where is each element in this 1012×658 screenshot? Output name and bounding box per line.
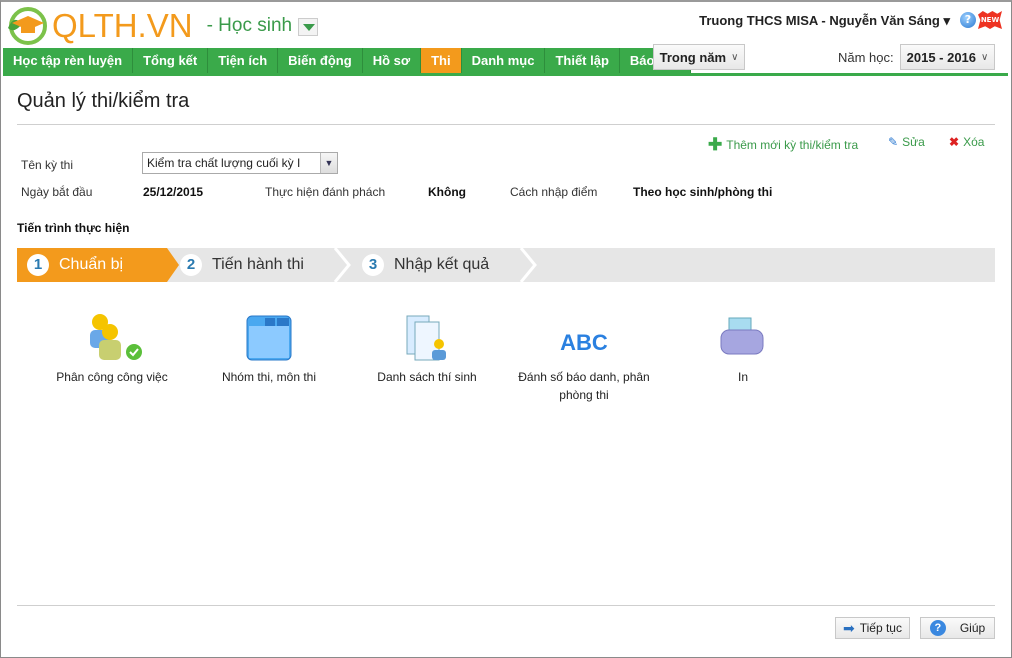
feature-label: In xyxy=(737,370,748,384)
step-label: Nhập kết quả xyxy=(394,256,490,273)
delete-label: Xóa xyxy=(963,135,985,149)
footer-divider xyxy=(17,605,995,606)
tab-tong-ket[interactable]: Tổng kết xyxy=(133,48,209,73)
abc-icon: ABC xyxy=(560,330,608,355)
arrow-right-icon: ➡ xyxy=(843,619,855,636)
role-dropdown-button[interactable] xyxy=(298,18,319,36)
step-label: Tiến hành thi xyxy=(212,256,304,273)
period-dropdown[interactable]: Trong năm ∨ xyxy=(653,44,745,70)
help-icon[interactable]: ? xyxy=(960,12,976,28)
printer-icon xyxy=(720,317,764,355)
step-arrow xyxy=(333,248,351,282)
new-badge-icon[interactable]: NEW xyxy=(978,11,1002,29)
add-exam-label: Thêm mới kỳ thi/kiểm tra xyxy=(726,138,859,152)
feature-candidate-list[interactable]: Danh sách thí sinh xyxy=(352,310,502,386)
role-label: - Học sinh xyxy=(206,15,293,36)
delete-button[interactable]: ✖ Xóa xyxy=(949,135,984,149)
score-entry-value: Theo học sinh/phòng thi xyxy=(633,185,773,199)
score-entry-label: Cách nhập điểm xyxy=(510,185,598,199)
exam-select[interactable]: Kiểm tra chất lượng cuối kỳ I ▼ xyxy=(142,152,338,174)
feature-print[interactable]: In xyxy=(668,310,818,386)
year-dropdown[interactable]: 2015 - 2016 ∨ xyxy=(900,44,995,70)
separation-label: Thực hiện đánh phách xyxy=(265,185,386,199)
chevron-down-icon: ∨ xyxy=(731,51,739,63)
feature-assign-work[interactable]: Phân công công việc xyxy=(37,310,187,386)
year-label: Năm học: xyxy=(838,50,894,65)
period-value: Trong năm xyxy=(659,49,727,65)
tab-thiet-lap[interactable]: Thiết lập xyxy=(545,48,620,73)
brand-name: QLTH.VN xyxy=(52,7,193,44)
exam-name-label: Tên kỳ thi xyxy=(21,158,74,172)
edit-button[interactable]: ✎ Sửa xyxy=(888,135,925,149)
step-number: 3 xyxy=(362,254,384,276)
tab-bien-dong[interactable]: Biến động xyxy=(278,48,363,73)
next-button[interactable]: ➡ Tiếp tục xyxy=(835,617,910,639)
document-user-icon xyxy=(406,315,446,361)
separation-value: Không xyxy=(428,185,466,199)
feature-label: Phân công công việc xyxy=(56,370,168,384)
users-check-icon xyxy=(90,314,142,360)
process-title: Tiến trình thực hiện xyxy=(17,221,130,235)
logo[interactable]: QLTH.VN - Học sinh xyxy=(6,6,319,46)
feature-label: Nhóm thi, môn thi xyxy=(221,370,317,384)
page-title: Quản lý thi/kiểm tra xyxy=(17,90,190,112)
start-date-label: Ngày bắt đầu xyxy=(21,185,93,199)
exam-select-value: Kiểm tra chất lượng cuối kỳ I xyxy=(147,156,301,170)
divider xyxy=(17,124,995,125)
tab-hoc-tap[interactable]: Học tập rèn luyện xyxy=(3,48,134,73)
help-label: Giúp xyxy=(959,621,986,635)
step-label: Chuẩn bị xyxy=(59,256,124,273)
step-arrow xyxy=(157,248,179,282)
step-prepare[interactable]: 1 Chuẩn bị xyxy=(17,248,157,282)
feature-label: Đánh số báo danh, phân phòng thi xyxy=(518,370,650,402)
tab-tien-ich[interactable]: Tiện ích xyxy=(208,48,279,73)
step-number: 2 xyxy=(180,254,202,276)
tab-ho-so[interactable]: Hồ sơ xyxy=(363,48,422,73)
process-stepper: 1 Chuẩn bị 2 Tiến hành thi 3 Nhập kết quả xyxy=(17,248,995,282)
step-results[interactable]: 3 Nhập kết quả xyxy=(362,248,489,282)
user-menu[interactable]: Truong THCS MISA - Nguyễn Văn Sáng ▾ xyxy=(699,13,950,29)
edit-icon: ✎ xyxy=(888,135,899,149)
step-arrow xyxy=(519,248,537,282)
delete-icon: ✖ xyxy=(949,135,960,149)
chevron-down-icon: ▼ xyxy=(320,153,337,173)
plus-icon: ✚ xyxy=(708,135,723,154)
step-number: 1 xyxy=(27,254,49,276)
start-date-value: 25/12/2015 xyxy=(143,185,204,199)
tab-thi[interactable]: Thi xyxy=(421,48,462,73)
help-button[interactable]: ? Giúp xyxy=(920,617,995,639)
year-value: 2015 - 2016 xyxy=(906,49,977,65)
step-conduct[interactable]: 2 Tiến hành thi xyxy=(180,248,304,282)
feature-label: Danh sách thí sinh xyxy=(377,370,477,384)
edit-label: Sửa xyxy=(902,135,925,149)
add-exam-button[interactable]: ✚ Thêm mới kỳ thi/kiểm tra xyxy=(708,135,858,155)
tab-danh-muc[interactable]: Danh mục xyxy=(462,48,546,73)
help-icon: ? xyxy=(929,620,946,636)
graduation-cap-logo-icon xyxy=(8,7,47,45)
feature-groups-subjects[interactable]: Nhóm thi, môn thi xyxy=(194,310,344,386)
chevron-down-icon: ∨ xyxy=(981,51,989,63)
next-label: Tiếp tục xyxy=(859,621,902,635)
feature-numbering-rooms[interactable]: ABC Đánh số báo danh, phân phòng thi xyxy=(509,310,659,404)
window-icon xyxy=(246,315,292,361)
